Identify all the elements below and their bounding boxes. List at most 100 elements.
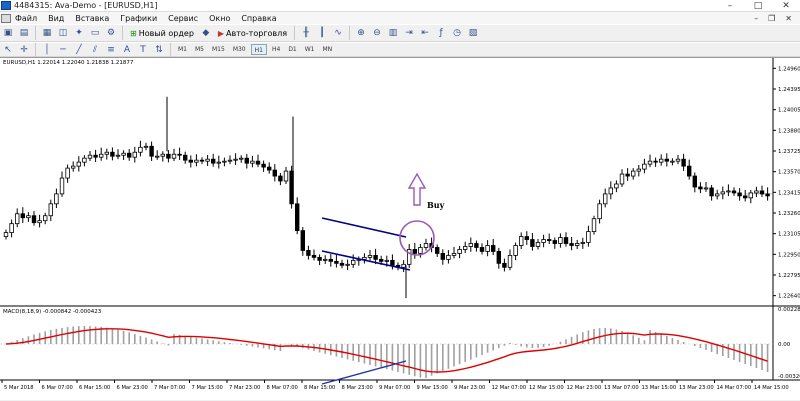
bear-candle [166, 153, 171, 159]
cursor-icon[interactable]: ↖ [1, 43, 15, 57]
navigator-icon[interactable]: ✦ [72, 26, 86, 40]
horizontal-line-icon[interactable]: ─ [56, 43, 70, 57]
macd-scale-label: -0.003208 [778, 374, 800, 380]
menu-view[interactable]: Вид [48, 14, 64, 23]
bear-candle [490, 245, 496, 252]
vertical-line-icon[interactable]: │ [40, 43, 54, 57]
bull-candle [26, 215, 31, 219]
standard-toolbar: ▣ ▤ ▦ ◫ ✦ ▭ ⚙ ⊞ Новый ордер ◆ ▶ Авто-торго… [0, 24, 800, 42]
close-button[interactable]: ✕ [772, 0, 800, 12]
time-label: 9 Mar 23:00 [454, 385, 485, 391]
maximize-button[interactable]: □ [744, 0, 772, 12]
bull-candle [715, 193, 720, 197]
bull-candle [754, 190, 759, 194]
timeframe-mn[interactable]: MN [320, 44, 336, 55]
bear-candle [149, 145, 154, 157]
bull-candle [418, 247, 423, 254]
chart-window-icon[interactable] [1, 13, 11, 23]
timeframe-m1[interactable]: M1 [175, 44, 190, 55]
macd-info: MACD(8,18,9) -0.000842 -0.000423 [3, 309, 102, 315]
time-label: 9 Mar 15:00 [417, 385, 448, 391]
time-label: 13 Mar 15:00 [642, 385, 677, 391]
timeframe-m5[interactable]: M5 [192, 44, 207, 55]
chart-close-button[interactable]: ✕ [785, 14, 792, 23]
bull-candle [350, 259, 356, 265]
time-label: 8 Mar 15:00 [304, 385, 335, 391]
bear-candle [731, 190, 737, 194]
zoom-out-icon[interactable]: ⊖ [370, 26, 384, 40]
time-label: 13 Mar 07:00 [604, 385, 639, 391]
bear-candle [530, 239, 535, 247]
bear-candle [31, 215, 37, 224]
bull-candle [519, 236, 524, 246]
price-label: 1.22640 [778, 294, 800, 300]
tile-windows-icon[interactable]: ▥ [386, 26, 400, 40]
divergence-line [321, 360, 407, 385]
chart-shift-icon[interactable]: ⇤ [418, 26, 432, 40]
bar-chart-icon[interactable]: ╫ [299, 26, 313, 40]
menu-file[interactable]: Файл [15, 14, 37, 23]
price-label: 1.23260 [778, 211, 800, 217]
menu-charts[interactable]: Графики [120, 14, 157, 23]
indicators-icon[interactable]: ƒ [434, 26, 448, 40]
bear-candle [479, 247, 485, 252]
fibonacci-icon[interactable]: ≡ [104, 43, 118, 57]
label-icon[interactable]: T [136, 43, 150, 57]
price-chart[interactable]: 1.24960 1.24395 1.24005 1.23880 1.23725 1.235… [0, 58, 800, 401]
menu-insert[interactable]: Вставка [75, 14, 109, 23]
timeframe-m15[interactable]: M15 [209, 44, 228, 55]
line-chart-icon[interactable]: ∿ [331, 26, 345, 40]
bull-candle [642, 163, 647, 170]
bull-candle [138, 146, 143, 153]
app-icon [1, 1, 11, 10]
bear-candle [653, 160, 658, 163]
chart-minimize-button[interactable]: – [754, 14, 758, 23]
channel-icon[interactable]: ⫽ [88, 43, 102, 57]
arrows-icon[interactable]: ⇅ [152, 43, 166, 57]
profiles-icon[interactable]: ▤ [17, 26, 31, 40]
candlestick-icon[interactable]: ┃ [315, 26, 329, 40]
crosshair-icon[interactable]: ✛ [17, 43, 31, 57]
timeframe-m30[interactable]: M30 [230, 44, 249, 55]
time-label: 14 Mar 15:00 [754, 385, 789, 391]
market-watch-icon[interactable]: ▦ [40, 26, 54, 40]
bear-candle [687, 165, 692, 177]
macd-scale-label: 0.002281 [778, 307, 800, 313]
metaeditor-icon[interactable]: ◆ [199, 26, 213, 40]
bull-candle [535, 242, 541, 247]
templates-icon[interactable]: ▧ [466, 26, 480, 40]
zoom-in-icon[interactable]: ⊕ [354, 26, 368, 40]
timeframe-w1[interactable]: W1 [302, 44, 318, 55]
bear-candle [317, 256, 322, 261]
timeframe-d1[interactable]: D1 [285, 44, 299, 55]
periods-icon[interactable]: ◷ [450, 26, 464, 40]
bull-candle [614, 183, 619, 189]
menu-window[interactable]: Окно [209, 14, 230, 23]
text-icon[interactable]: A [120, 43, 134, 57]
chart-restore-button[interactable]: ❐ [768, 14, 775, 23]
bear-candle [625, 173, 630, 177]
timeframe-h4[interactable]: H4 [269, 44, 283, 55]
trendline-icon[interactable]: ╱ [72, 43, 86, 57]
bear-candle [524, 236, 529, 240]
strategy-tester-icon[interactable]: ⚙ [104, 26, 118, 40]
price-label: 1.23570 [778, 170, 800, 176]
menu-help[interactable]: Справка [241, 14, 276, 23]
autoscroll-icon[interactable]: ⇥ [402, 26, 416, 40]
timeframe-h1[interactable]: H1 [250, 44, 267, 55]
autotrading-button[interactable]: ▶ Авто-торговля [215, 26, 290, 40]
bull-candle [43, 215, 48, 222]
bear-candle [339, 262, 345, 266]
bull-candle [132, 151, 137, 158]
new-chart-icon[interactable]: ▣ [1, 26, 15, 40]
data-window-icon[interactable]: ◫ [56, 26, 70, 40]
terminal-icon[interactable]: ▭ [88, 26, 102, 40]
bear-candle [496, 251, 501, 264]
new-order-button[interactable]: ⊞ Новый ордер [127, 26, 197, 40]
minimize-button[interactable]: – [716, 0, 744, 12]
bull-candle [619, 173, 625, 185]
bull-candle [507, 255, 513, 268]
menu-tools[interactable]: Сервис [168, 14, 198, 23]
chart-window[interactable]: 1.24960 1.24395 1.24005 1.23880 1.23725 1.235… [0, 57, 800, 400]
bull-candle [71, 165, 76, 169]
